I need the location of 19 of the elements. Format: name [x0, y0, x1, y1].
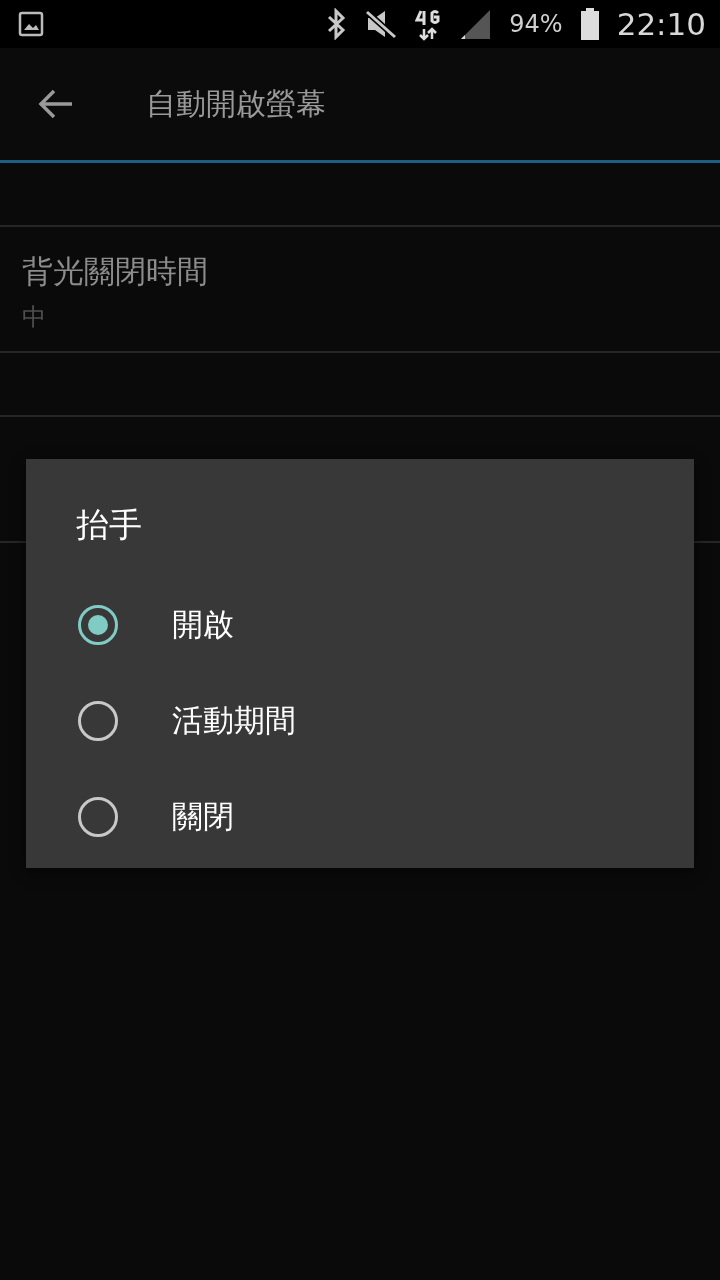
muted-speaker-icon	[365, 9, 398, 39]
battery-percentage: 94%	[509, 10, 563, 38]
image-icon	[18, 11, 44, 37]
dialog-title: 抬手	[76, 505, 142, 544]
setting-title: 背光關閉時間	[22, 252, 209, 291]
signal-icon	[459, 8, 492, 40]
bluetooth-icon	[325, 8, 348, 40]
settings-item[interactable]: 背光關閉時間 中	[0, 227, 720, 353]
mobile-data-icon	[415, 7, 442, 41]
clock-time: 22:10	[616, 6, 706, 42]
option-label[interactable]: 活動期間	[172, 700, 296, 742]
option-label[interactable]: 開啟	[172, 604, 234, 646]
battery-icon	[580, 8, 599, 40]
radio-button[interactable]	[78, 605, 118, 645]
screen-title: 自動開啟螢幕	[146, 84, 326, 123]
option-label[interactable]: 關閉	[172, 796, 234, 838]
radio-button[interactable]	[78, 797, 118, 837]
setting-value: 中	[22, 302, 47, 333]
radio-button[interactable]	[78, 701, 118, 741]
